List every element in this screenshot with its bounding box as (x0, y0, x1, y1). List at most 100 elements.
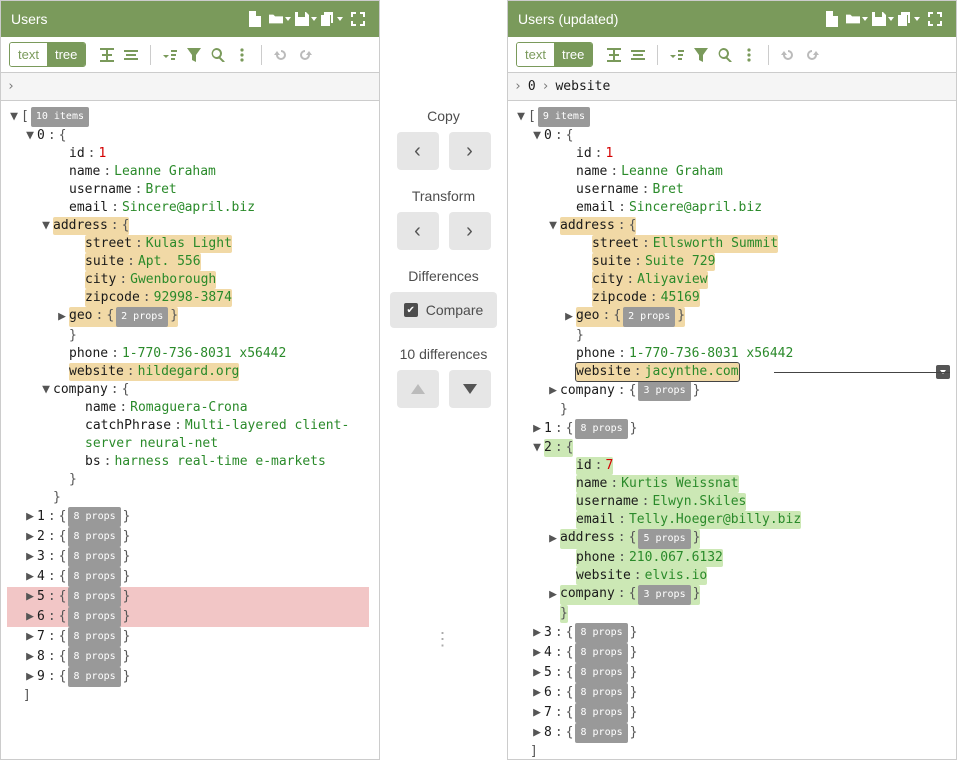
expand-toggle[interactable]: ▼ (23, 127, 37, 145)
fullscreen-icon[interactable] (924, 8, 946, 30)
mode-toggle[interactable]: text tree (9, 42, 86, 67)
value-city[interactable]: Aliyaview (637, 272, 707, 287)
new-file-icon[interactable] (820, 8, 842, 30)
value-phone[interactable]: 1-770-736-8031 x56442 (629, 345, 793, 363)
fullscreen-icon[interactable] (347, 8, 369, 30)
value-street[interactable]: Ellsworth Summit (653, 236, 778, 251)
save-file-icon[interactable] (872, 8, 894, 30)
mode-tree-button[interactable]: tree (554, 43, 592, 66)
copy-icon[interactable] (321, 8, 343, 30)
next-diff-button[interactable] (449, 370, 491, 408)
more-vertical-icon[interactable]: ⋮ (434, 519, 454, 650)
value-suite[interactable]: Suite 729 (645, 254, 715, 269)
expand-toggle[interactable]: ▶ (546, 586, 560, 604)
value-email[interactable]: Telly.Hoeger@billy.biz (629, 512, 801, 527)
expand-toggle[interactable]: ▶ (530, 684, 544, 702)
chevron-right-icon[interactable]: › (514, 79, 522, 94)
expand-toggle[interactable]: ▶ (530, 420, 544, 438)
mode-toggle[interactable]: text tree (516, 42, 593, 67)
value-id[interactable]: 7 (605, 458, 613, 473)
copy-icon[interactable] (898, 8, 920, 30)
expand-toggle[interactable]: ▼ (546, 217, 560, 235)
filter-icon[interactable] (690, 44, 712, 66)
value-company-name[interactable]: Romaguera-Crona (130, 399, 247, 417)
open-file-icon[interactable] (269, 8, 291, 30)
value-name[interactable]: Leanne Graham (621, 163, 723, 181)
collapse-all-icon[interactable] (627, 44, 649, 66)
value-suite[interactable]: Apt. 556 (138, 254, 201, 269)
expand-toggle[interactable]: ▼ (530, 127, 544, 145)
sort-icon[interactable] (666, 44, 688, 66)
new-file-icon[interactable] (243, 8, 265, 30)
compare-toggle[interactable]: ✔ Compare (390, 292, 498, 328)
expand-toggle[interactable]: ▶ (23, 628, 37, 646)
expand-toggle[interactable]: ▶ (546, 530, 560, 548)
collapse-all-icon[interactable] (120, 44, 142, 66)
expand-toggle[interactable]: ▶ (530, 624, 544, 642)
more-icon[interactable] (231, 44, 253, 66)
expand-toggle[interactable]: ▼ (530, 439, 544, 457)
expand-toggle[interactable]: ▶ (23, 508, 37, 526)
value-username[interactable]: Bret (145, 181, 176, 199)
chevron-right-icon[interactable]: › (7, 79, 15, 94)
expand-toggle[interactable]: ▼ (514, 108, 528, 126)
expand-all-icon[interactable] (96, 44, 118, 66)
expand-toggle[interactable]: ▶ (23, 588, 37, 606)
expand-toggle[interactable]: ▶ (23, 668, 37, 686)
expand-toggle[interactable]: ▶ (530, 704, 544, 722)
search-icon[interactable] (207, 44, 229, 66)
value-zipcode[interactable]: 45169 (661, 290, 700, 305)
value-bs[interactable]: harness real-time e-markets (114, 453, 325, 471)
sort-icon[interactable] (159, 44, 181, 66)
undo-icon[interactable] (777, 44, 799, 66)
expand-toggle[interactable]: ▼ (39, 217, 53, 235)
expand-toggle[interactable]: ▶ (55, 308, 69, 326)
value-city[interactable]: Gwenborough (130, 272, 216, 287)
value-phone[interactable]: 210.067.6132 (629, 550, 723, 565)
mode-text-button[interactable]: text (10, 43, 47, 66)
expand-toggle[interactable]: ▶ (23, 648, 37, 666)
expand-toggle[interactable]: ▶ (23, 568, 37, 586)
value-id[interactable]: 1 (605, 145, 613, 163)
expand-toggle[interactable]: ▶ (530, 724, 544, 742)
save-file-icon[interactable] (295, 8, 317, 30)
search-icon[interactable] (714, 44, 736, 66)
value-username[interactable]: Bret (652, 181, 683, 199)
expand-toggle[interactable]: ▶ (530, 664, 544, 682)
prev-diff-button[interactable] (397, 370, 439, 408)
value-zipcode[interactable]: 92998-3874 (154, 290, 232, 305)
transform-right-button[interactable]: › (449, 212, 491, 250)
expand-toggle[interactable]: ▶ (530, 644, 544, 662)
copy-right-button[interactable]: › (449, 132, 491, 170)
redo-icon[interactable] (294, 44, 316, 66)
redo-icon[interactable] (801, 44, 823, 66)
expand-toggle[interactable]: ▶ (546, 382, 560, 400)
filter-icon[interactable] (183, 44, 205, 66)
expand-toggle[interactable]: ▶ (23, 608, 37, 626)
value-website[interactable]: jacynthe.com (645, 364, 739, 379)
open-file-icon[interactable] (846, 8, 868, 30)
value-name[interactable]: Kurtis Weissnat (621, 476, 738, 491)
value-street[interactable]: Kulas Light (146, 236, 232, 251)
copy-left-button[interactable]: ‹ (397, 132, 439, 170)
value-id[interactable]: 1 (98, 145, 106, 163)
crumb-website[interactable]: website (555, 79, 610, 94)
value-website[interactable]: hildegard.org (138, 364, 240, 379)
expand-toggle[interactable]: ▶ (23, 528, 37, 546)
value-phone[interactable]: 1-770-736-8031 x56442 (122, 345, 286, 363)
mode-text-button[interactable]: text (517, 43, 554, 66)
value-name[interactable]: Leanne Graham (114, 163, 216, 181)
undo-icon[interactable] (270, 44, 292, 66)
value-username[interactable]: Elwyn.Skiles (652, 494, 746, 509)
value-email[interactable]: Sincere@april.biz (629, 199, 762, 217)
mode-tree-button[interactable]: tree (47, 43, 85, 66)
transform-left-button[interactable]: ‹ (397, 212, 439, 250)
context-menu-button[interactable] (936, 365, 950, 379)
expand-toggle[interactable]: ▼ (39, 381, 53, 399)
expand-toggle[interactable]: ▶ (23, 548, 37, 566)
value-email[interactable]: Sincere@april.biz (122, 199, 255, 217)
crumb-0[interactable]: 0 (528, 79, 536, 94)
expand-all-icon[interactable] (603, 44, 625, 66)
expand-toggle[interactable]: ▼ (7, 108, 21, 126)
more-icon[interactable] (738, 44, 760, 66)
